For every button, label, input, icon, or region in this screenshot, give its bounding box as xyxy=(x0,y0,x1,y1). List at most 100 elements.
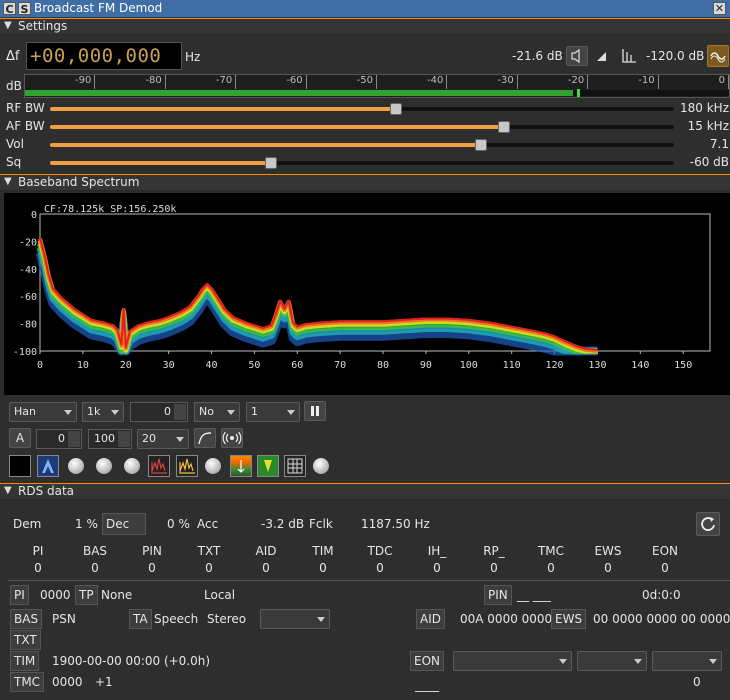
slider-track[interactable] xyxy=(50,103,674,115)
slider-handle[interactable] xyxy=(264,157,277,169)
clone-button[interactable]: C xyxy=(3,2,16,16)
rds-section-header[interactable]: ▼ RDS data xyxy=(0,483,730,499)
rds-counter-value: 0 xyxy=(319,561,327,575)
rds-counter-name: EON xyxy=(651,544,678,558)
tp-label: TP xyxy=(75,585,98,605)
slider-fill xyxy=(50,143,481,147)
audio-mute-button[interactable] xyxy=(566,46,588,66)
settings-button[interactable]: S xyxy=(18,2,31,16)
acc-value: -3.2 dB xyxy=(261,517,305,531)
divider xyxy=(8,580,730,581)
delta-f-label: Δf xyxy=(6,49,20,64)
rds-counter-name: PI xyxy=(32,544,44,558)
x-tick-label: 90 xyxy=(420,360,432,371)
stroke-knob-icon[interactable] xyxy=(124,458,140,474)
y-tick-label: -40 xyxy=(19,265,37,276)
broadcast-icon[interactable] xyxy=(221,428,243,448)
spin-down-icon[interactable] xyxy=(174,412,186,420)
decay-divisor-knob-icon[interactable] xyxy=(96,458,112,474)
waterfall-icon[interactable] xyxy=(230,455,252,477)
ta-label: TA xyxy=(129,609,152,629)
ref-level-spinbox[interactable]: 0 xyxy=(36,429,82,449)
slider-handle[interactable] xyxy=(390,103,403,115)
eon-af-select[interactable] xyxy=(652,651,722,671)
settings-section-header[interactable]: ▼ Settings xyxy=(0,18,730,34)
close-icon[interactable]: ✕ xyxy=(713,2,726,15)
ews-label: EWS xyxy=(551,609,587,629)
slider-fill xyxy=(50,161,271,165)
spin-down-icon[interactable] xyxy=(118,439,130,447)
max-hold-icon[interactable] xyxy=(148,455,170,477)
meter-tick-label: -30 xyxy=(497,75,514,86)
averaging-count-value: 1 xyxy=(251,405,258,418)
collapse-triangle-icon: ▼ xyxy=(4,20,12,31)
slider-track[interactable] xyxy=(50,121,674,133)
meter-scale: -90 -80 -70 -60 -50 -40 -30 -20 -10 0 xyxy=(25,75,729,89)
trace-intensity-knob-icon[interactable] xyxy=(205,458,221,474)
slider-label: Sq xyxy=(6,155,22,169)
tmc-label: TMC xyxy=(10,672,45,692)
eon-freq-select[interactable] xyxy=(577,651,647,671)
rds-toggle-icon[interactable] xyxy=(707,45,729,67)
dec-value: 0 % xyxy=(167,517,190,531)
meter-tick xyxy=(516,75,518,89)
eon-station-select[interactable] xyxy=(453,651,572,671)
fill-color-icon[interactable] xyxy=(37,455,59,477)
frequency-unit: Hz xyxy=(185,50,201,64)
background-color-icon[interactable] xyxy=(9,455,31,477)
decay-knob-icon[interactable] xyxy=(68,458,84,474)
squelch-readout: -120.0 dB xyxy=(646,49,705,63)
slider-track[interactable] xyxy=(50,139,674,151)
rds-counter-value: 0 xyxy=(91,561,99,575)
spin-up-icon[interactable] xyxy=(68,431,80,439)
auto-scale-button[interactable]: A xyxy=(9,428,31,448)
rds-counter-name: PIN xyxy=(142,544,162,558)
fft-window-value: Han xyxy=(14,405,36,418)
dem-label: Dem xyxy=(13,517,42,531)
rds-counter-name: TDC xyxy=(367,544,393,558)
pause-button[interactable] xyxy=(304,401,326,421)
y-tick-label: -20 xyxy=(19,237,37,248)
meter-tick xyxy=(164,75,166,89)
tp-value: None xyxy=(101,588,133,602)
meter-tick-label: -50 xyxy=(356,75,373,86)
spin-down-icon[interactable] xyxy=(68,439,80,447)
slider-handle[interactable] xyxy=(498,121,511,133)
dec-label: Dec xyxy=(102,513,146,535)
rds-counter-value: 0 xyxy=(433,561,441,575)
audio-stereo-icon[interactable] xyxy=(619,46,639,66)
meter-peak-marker xyxy=(576,89,580,97)
spectrum-section-header[interactable]: ▼ Baseband Spectrum xyxy=(0,174,730,190)
txt-label: TXT xyxy=(10,630,41,650)
spin-up-icon[interactable] xyxy=(118,431,130,439)
spin-up-icon[interactable] xyxy=(174,404,186,412)
grid-intensity-knob-icon[interactable] xyxy=(313,458,329,474)
fft-overlap-spinbox[interactable]: 0 xyxy=(130,402,188,422)
current-trace-icon[interactable] xyxy=(176,455,198,477)
bas-select[interactable] xyxy=(260,609,330,629)
linear-log-icon[interactable] xyxy=(194,428,216,448)
grid-icon[interactable] xyxy=(284,455,306,477)
fft-size-select[interactable]: 1k xyxy=(82,402,124,422)
pin-value: __ ___ xyxy=(517,588,551,602)
meter-track xyxy=(25,89,729,97)
histogram-icon[interactable] xyxy=(257,455,279,477)
slider-track[interactable] xyxy=(50,157,674,169)
fft-window-select[interactable]: Han xyxy=(9,402,77,422)
averaging-count-select[interactable]: 1 xyxy=(246,402,300,422)
averaging-mode-select[interactable]: No xyxy=(194,402,240,422)
reset-button[interactable] xyxy=(696,512,720,536)
fclk-label: Fclk xyxy=(309,517,333,531)
range-spinbox[interactable]: 100 xyxy=(88,429,132,449)
y-tick-label: 0 xyxy=(31,210,37,221)
aid-label: AID xyxy=(416,609,445,629)
deemphasis-icon[interactable] xyxy=(594,48,610,64)
meter-tick xyxy=(305,75,307,89)
meter-tick-label: -40 xyxy=(427,75,444,86)
spectrum-canvas[interactable]: CF:78.125k SP:156.250k 0 -20 -40 -60 -80 -100 0… xyxy=(4,193,730,395)
frequency-offset-dial[interactable]: +00,000,000 xyxy=(26,42,182,70)
fps-select[interactable]: 20 xyxy=(137,429,189,449)
x-tick-label: 80 xyxy=(377,360,389,371)
x-tick-label: 70 xyxy=(334,360,346,371)
slider-handle[interactable] xyxy=(474,139,487,151)
